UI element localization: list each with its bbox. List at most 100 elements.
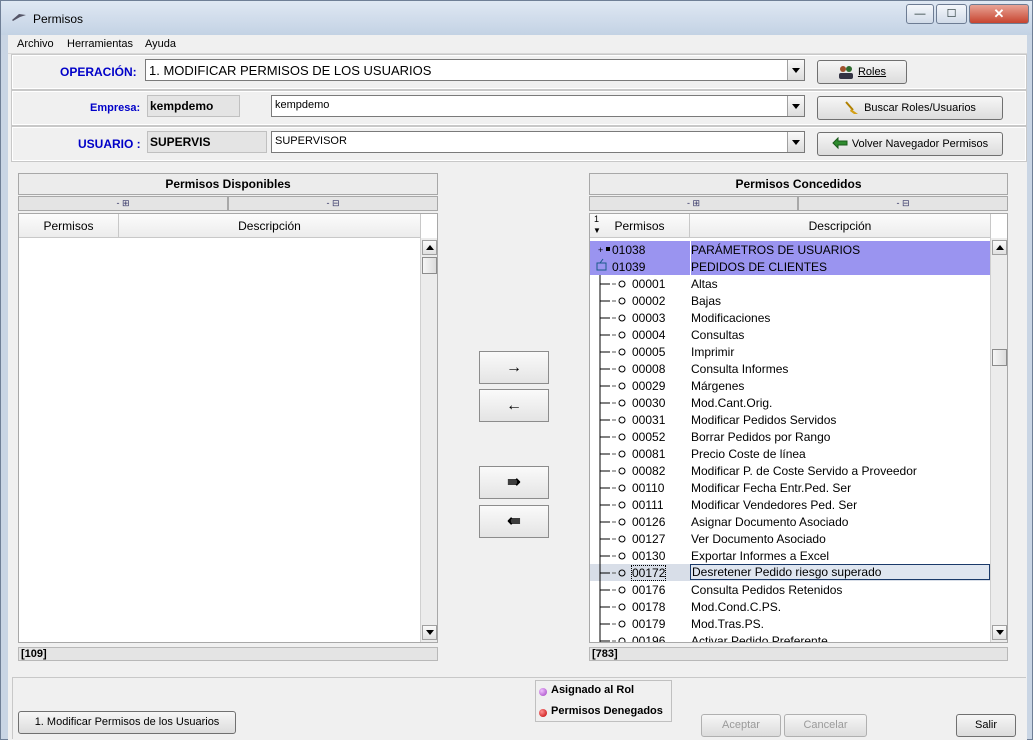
scroll-up-icon[interactable] [992, 240, 1007, 255]
permission-code: 00052 [632, 430, 666, 444]
permission-description: Modificaciones [691, 311, 771, 325]
tree-leaf-icon [599, 496, 626, 513]
tree-leaf-icon [599, 411, 626, 428]
maximize-button[interactable]: ☐ [936, 4, 967, 24]
roles-button[interactable]: Roles [817, 60, 907, 84]
permission-description: PEDIDOS DE CLIENTES [691, 260, 828, 274]
table-row[interactable]: 00031 Modificar Pedidos Servidos [590, 411, 990, 428]
concedidos-grid[interactable]: 1 ▼ Permisos Descripción +01038 PARÁMETRO… [589, 213, 1008, 643]
roles-button-label: Roles [857, 66, 887, 78]
menu-archivo[interactable]: Archivo [17, 38, 54, 50]
sort-down-icon: ▼ [593, 226, 601, 235]
table-row[interactable]: 01039 PEDIDOS DE CLIENTES [590, 258, 990, 275]
operacion-select[interactable]: 1. MODIFICAR PERMISOS DE LOS USUARIOS [145, 59, 805, 81]
permission-description: Asignar Documento Asociado [691, 515, 849, 529]
disponibles-col-descripcion[interactable]: Descripción [119, 214, 421, 238]
concedidos-col-permisos[interactable]: 1 ▼ Permisos [590, 214, 690, 238]
table-row[interactable]: 00110 Modificar Fecha Entr.Ped. Ser [590, 479, 990, 496]
concedidos-col-descripcion[interactable]: Descripción [690, 214, 991, 238]
empresa-value: kempdemo [275, 99, 330, 111]
operation-shortcut-button[interactable]: 1. Modificar Permisos de los Usuarios [18, 711, 236, 734]
concedidos-title: Permisos Concedidos [589, 173, 1008, 195]
table-row[interactable]: 00127 Ver Documento Asociado [590, 530, 990, 547]
scroll-down-icon[interactable] [992, 625, 1007, 640]
permission-description: Consulta Pedidos Retenidos [691, 583, 843, 597]
chevron-down-icon[interactable] [787, 96, 804, 116]
back-arrow-icon [832, 137, 848, 150]
table-row[interactable]: 00008 Consulta Informes [590, 360, 990, 377]
add-permission-button[interactable]: → [479, 351, 549, 384]
table-row[interactable]: 00172 Desretener Pedido riesgo superado [590, 564, 990, 581]
volver-navegador-button[interactable]: Volver Navegador Permisos [817, 132, 1003, 156]
permission-code: 00196 [632, 634, 666, 643]
remove-permission-button[interactable]: ← [479, 389, 549, 422]
table-row[interactable]: 00052 Borrar Pedidos por Rango [590, 428, 990, 445]
usuario-select[interactable]: SUPERVISOR [271, 131, 805, 153]
aceptar-button[interactable]: Aceptar [701, 714, 781, 737]
permisos-window: Permisos — ☐ ✕ Archivo Herramientas Ayud… [0, 0, 1033, 740]
permission-code: 00111 [632, 498, 664, 512]
concedidos-collapse-all[interactable]: - ⊟ [798, 196, 1008, 211]
permission-description: Bajas [691, 294, 722, 308]
disponibles-expand-all[interactable]: - ⊞ [18, 196, 228, 211]
tree-leaf-icon [599, 377, 626, 394]
table-row[interactable]: 00178 Mod.Cond.C.PS. [590, 598, 990, 615]
empresa-select[interactable]: kempdemo [271, 95, 805, 117]
window-title: Permisos [33, 12, 84, 26]
permission-code: 00126 [632, 515, 666, 529]
remove-all-button[interactable]: ⇚ [479, 505, 549, 538]
scroll-up-icon[interactable] [422, 240, 437, 255]
concedidos-scrollbar[interactable] [990, 238, 1007, 642]
table-row[interactable]: 00126 Asignar Documento Asociado [590, 513, 990, 530]
disponibles-grid[interactable]: Permisos Descripción [18, 213, 438, 643]
table-row[interactable]: 00196 Activar Pedido Preferente [590, 632, 990, 643]
table-row[interactable]: +01038 PARÁMETROS DE USUARIOS [590, 241, 990, 258]
double-arrow-left-icon: ⇚ [507, 513, 521, 530]
scroll-down-icon[interactable] [422, 625, 437, 640]
disponibles-collapse-all[interactable]: - ⊟ [228, 196, 438, 211]
menu-herramientas[interactable]: Herramientas [67, 38, 133, 50]
disponibles-count: [109] [18, 647, 438, 661]
scroll-thumb[interactable] [422, 257, 437, 274]
table-row[interactable]: 00005 Imprimir [590, 343, 990, 360]
tree-leaf-icon [599, 394, 626, 411]
table-row[interactable]: 00029 Márgenes [590, 377, 990, 394]
disponibles-scrollbar[interactable] [420, 238, 437, 642]
usuario-code: SUPERVIS [147, 131, 267, 153]
cancelar-button[interactable]: Cancelar [784, 714, 867, 737]
table-row[interactable]: 00082 Modificar P. de Coste Servido a Pro… [590, 462, 990, 479]
table-row[interactable]: 00179 Mod.Tras.PS. [590, 615, 990, 632]
permission-description: Imprimir [691, 345, 735, 359]
chevron-down-icon[interactable] [787, 132, 804, 152]
table-row[interactable]: 00002 Bajas [590, 292, 990, 309]
double-arrow-right-icon: ⇛ [507, 474, 521, 491]
table-row[interactable]: 00001 Altas [590, 275, 990, 292]
table-row[interactable]: 00003 Modificaciones [590, 309, 990, 326]
permission-description: Mod.Tras.PS. [691, 617, 764, 631]
table-row[interactable]: 00111 Modificar Vendedores Ped. Ser [590, 496, 990, 513]
close-button[interactable]: ✕ [969, 4, 1029, 24]
table-row[interactable]: 00081 Precio Coste de línea [590, 445, 990, 462]
minimize-button[interactable]: — [906, 4, 934, 24]
table-row[interactable]: 00176 Consulta Pedidos Retenidos [590, 581, 990, 598]
table-row[interactable]: 00030 Mod.Cant.Orig. [590, 394, 990, 411]
concedidos-rows: +01038 PARÁMETROS DE USUARIOS 01039 PEDIDOS… [590, 241, 991, 643]
salir-button[interactable]: Salir [956, 714, 1016, 737]
chevron-down-icon[interactable] [787, 60, 804, 80]
buscar-roles-usuarios-button[interactable]: Buscar Roles/Usuarios [817, 96, 1003, 120]
menu-ayuda[interactable]: Ayuda [145, 38, 176, 50]
permission-description: Modificar Vendedores Ped. Ser [691, 498, 858, 512]
scroll-thumb[interactable] [992, 349, 1007, 366]
permission-code: 00029 [632, 379, 666, 393]
permission-code: 00001 [632, 277, 666, 291]
concedidos-expand-all[interactable]: - ⊞ [589, 196, 798, 211]
permission-code: 00030 [632, 396, 666, 410]
disponibles-col-permisos[interactable]: Permisos [19, 214, 119, 238]
table-row[interactable]: 00130 Exportar Informes a Excel [590, 547, 990, 564]
broom-icon [845, 101, 859, 115]
usuario-row: USUARIO : SUPERVIS SUPERVISOR Volver Nav… [11, 126, 1027, 162]
table-row[interactable]: 00004 Consultas [590, 326, 990, 343]
permission-code: 00004 [632, 328, 666, 342]
add-all-button[interactable]: ⇛ [479, 466, 549, 499]
permission-code: 00179 [632, 617, 666, 631]
